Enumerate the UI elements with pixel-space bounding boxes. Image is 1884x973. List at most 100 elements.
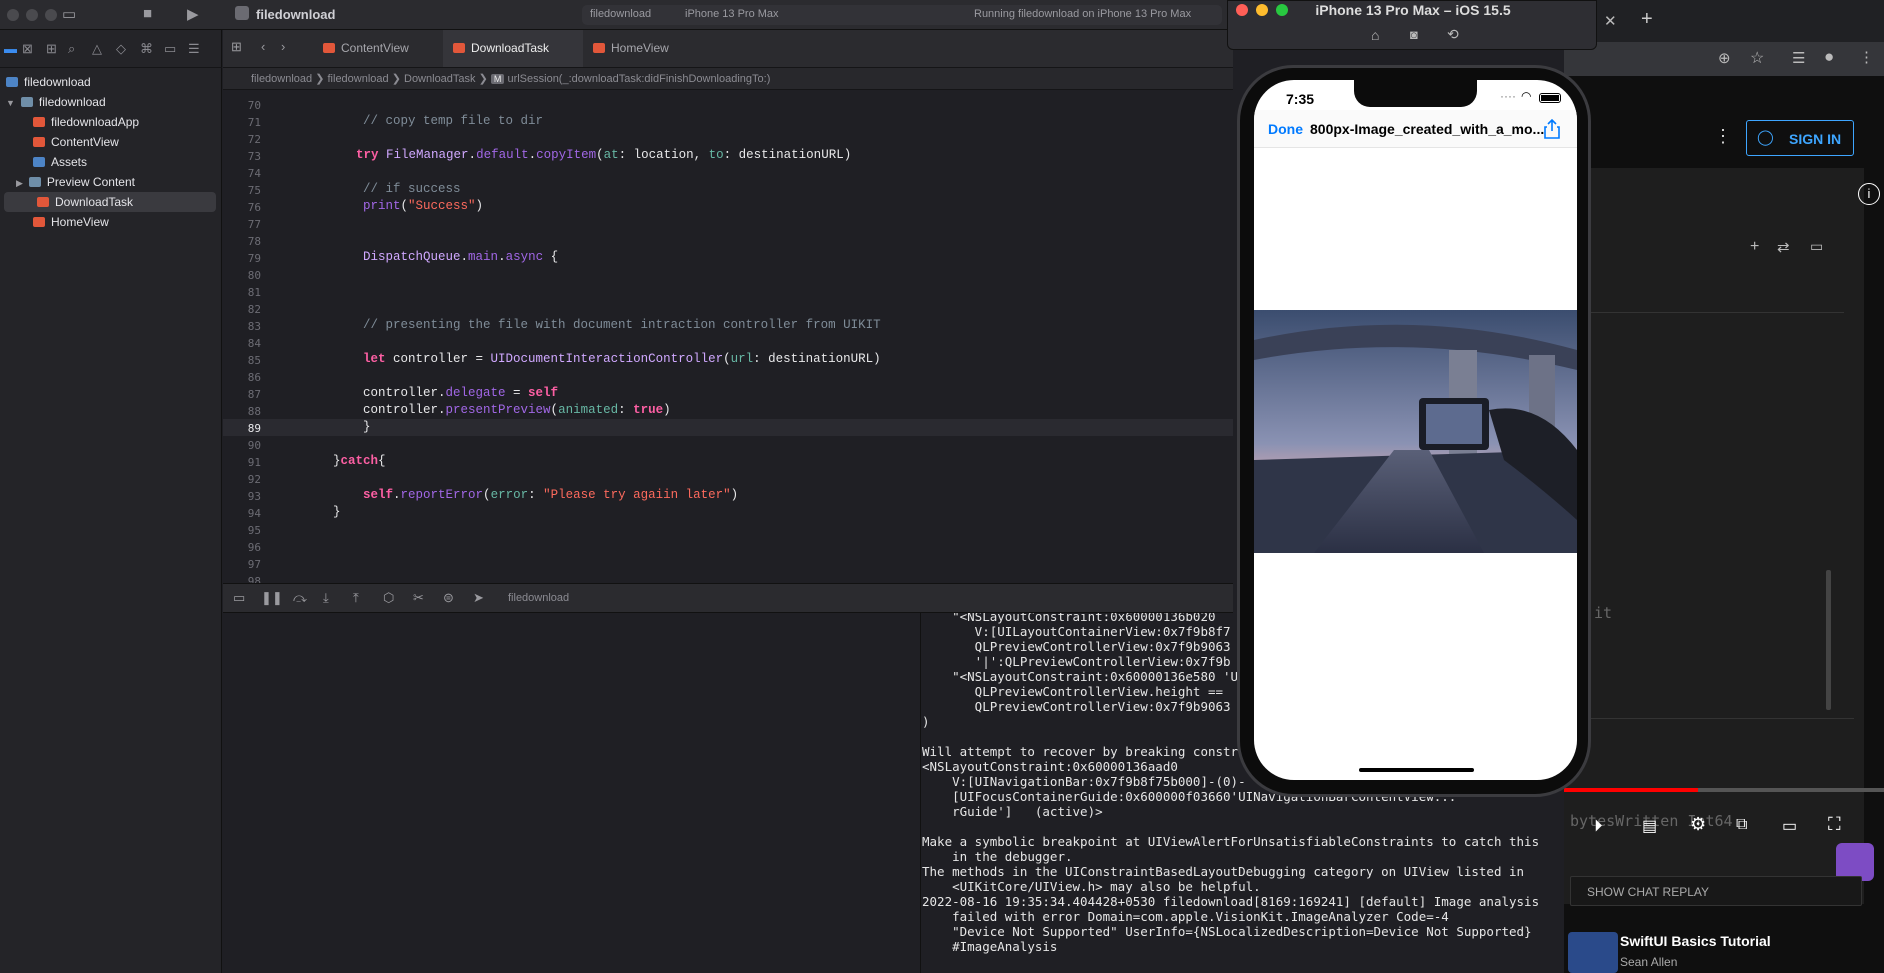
settings-gear-icon[interactable]: ⚙ (1690, 814, 1706, 835)
preview-title: 800px-Image_created_with_a_mo... (1310, 121, 1545, 137)
theater-mode-icon[interactable]: ▭ (1782, 816, 1797, 836)
breadcrumb-item[interactable]: filedownload (251, 73, 312, 85)
install-icon[interactable]: ⊕ (1718, 49, 1731, 67)
sidebar-toggle-icon[interactable]: ▭ (62, 5, 76, 23)
home-icon[interactable]: ⌂ (1371, 27, 1379, 43)
related-video-channel[interactable]: Sean Allen (1620, 955, 1677, 969)
source-control-icon[interactable]: ⊠ (22, 41, 33, 57)
related-video-thumbnail[interactable] (1568, 932, 1618, 973)
step-over-icon[interactable]: ⤼ (293, 590, 307, 606)
show-chat-replay-button[interactable]: SHOW CHAT REPLAY (1570, 876, 1862, 906)
add-icon[interactable]: + (1750, 238, 1759, 256)
preview-nav-bar: Done 800px-Image_created_with_a_mo... (1254, 110, 1577, 148)
chevron-right-icon[interactable]: ▶ (16, 178, 23, 188)
console-line: V:[UINavigationBar:0x7f9b8f75b000]-(0)- (922, 774, 1246, 789)
run-button[interactable]: ▶ (187, 5, 199, 23)
tree-item-project[interactable]: filedownload (0, 72, 222, 92)
share-icon[interactable] (1544, 119, 1560, 139)
zoom-window-button[interactable] (45, 9, 57, 21)
close-window-button[interactable] (7, 9, 19, 21)
close-tab-icon[interactable]: ✕ (1604, 12, 1617, 30)
preview-image (1254, 310, 1577, 553)
tab-contentview[interactable]: ContentView (313, 30, 443, 67)
pause-icon[interactable]: ❚❚ (261, 590, 283, 606)
swap-icon[interactable]: ⇄ (1777, 238, 1790, 256)
video-player[interactable]: + ⇄ ▭ it bytesWritten Int64 ⏵ ▤ ⚙ ⧉ ▭ ⛶ (1564, 168, 1884, 904)
scheme-selector[interactable]: filedownload (590, 8, 651, 20)
symbol-icon[interactable]: ⊞ (46, 41, 57, 57)
code-line: // presenting the file with document int… (363, 318, 881, 332)
screenshot-icon[interactable]: ◙ (1410, 27, 1418, 42)
home-indicator[interactable] (1359, 768, 1474, 772)
tree-item-file[interactable]: HomeView (0, 212, 222, 232)
rotate-icon[interactable]: ⟲ (1447, 26, 1459, 43)
panel-icon[interactable]: ▭ (1810, 238, 1823, 255)
fullscreen-icon[interactable]: ⛶ (1828, 814, 1841, 835)
memory-graph-icon[interactable]: ✂ (413, 590, 424, 606)
console-line: V:[UILayoutContainerView:0x7f9b8f7 (922, 624, 1231, 639)
minimize-window-button[interactable] (26, 9, 38, 21)
step-out-icon[interactable]: ⤒ (353, 590, 359, 606)
new-tab-icon[interactable]: + (1641, 8, 1653, 31)
profile-icon[interactable]: ● (1824, 47, 1834, 67)
tree-item-file-selected[interactable]: DownloadTask (4, 192, 216, 212)
reading-list-icon[interactable]: ☰ (1792, 49, 1805, 67)
project-navigator: ▬ ⊠ ⊞ ⌕ △ ◇ ⌘ ▭ ☰ filedownload ▼ filedown… (0, 30, 222, 973)
stop-button[interactable]: ■ (143, 5, 152, 22)
signal-icon: ···· (1500, 89, 1516, 103)
tree-item-folder[interactable]: ▶ Preview Content (0, 172, 222, 192)
environment-icon[interactable]: ⊜ (443, 590, 454, 606)
more-menu-icon[interactable]: ⋮ (1859, 48, 1874, 66)
done-button[interactable]: Done (1268, 121, 1303, 137)
tree-item-group[interactable]: ▼ filedownload (0, 92, 222, 112)
line-number: 88 (247, 405, 261, 418)
more-options-icon[interactable]: ⋮ (1714, 126, 1732, 147)
tab-downloadtask[interactable]: DownloadTask (443, 30, 583, 67)
editor-scrollbar[interactable] (1826, 570, 1831, 710)
variables-view[interactable] (223, 613, 921, 973)
breadcrumb-item[interactable]: urlSession(_:downloadTask:didFinishDownl… (507, 73, 770, 85)
play-icon[interactable]: ⏵ (1594, 816, 1603, 836)
video-progress-bar[interactable] (1564, 788, 1884, 792)
console-line: 2022-08-16 19:35:34.404428+0530 filedown… (922, 894, 1540, 909)
captions-icon[interactable]: ▤ (1642, 816, 1657, 836)
console-line: in the debugger. (922, 849, 1073, 864)
iphone-device-frame: 7:35 ···· ◠ Done 800px-Image_created_wit… (1237, 65, 1591, 797)
warning-icon[interactable]: △ (92, 41, 102, 57)
related-video-title[interactable]: SwiftUI Basics Tutorial (1620, 933, 1771, 949)
debug-icon[interactable]: ⌘ (140, 41, 153, 57)
chevron-down-icon[interactable]: ▼ (6, 98, 15, 108)
miniplayer-icon[interactable]: ⧉ (1736, 816, 1747, 834)
folder-icon (20, 97, 33, 107)
step-into-icon[interactable]: ⤓ (323, 590, 329, 606)
tree-item-file[interactable]: ContentView (0, 132, 222, 152)
sign-in-button[interactable]: ◯ SIGN IN (1746, 120, 1854, 156)
iphone-screen[interactable]: 7:35 ···· ◠ Done 800px-Image_created_wit… (1254, 80, 1577, 780)
breadcrumb-item[interactable]: DownloadTask (404, 73, 476, 85)
forward-icon[interactable]: › (281, 39, 285, 54)
test-icon[interactable]: ◇ (116, 41, 126, 57)
code-editor[interactable]: 70 71 72 73 74 75 76 77 78 79 80 81 82 8… (223, 90, 1233, 583)
breadcrumb-item[interactable]: filedownload (328, 73, 389, 85)
location-icon[interactable]: ➤ (473, 590, 484, 606)
hide-debug-area-icon[interactable]: ▭ (233, 590, 245, 606)
search-icon[interactable]: ⌕ (68, 41, 75, 57)
tree-item-file[interactable]: filedownloadApp (0, 112, 222, 132)
view-hierarchy-icon[interactable]: ⬡ (383, 590, 394, 606)
code-line: print("Success") (363, 199, 484, 213)
back-icon[interactable]: ‹ (261, 39, 265, 54)
info-icon[interactable]: i (1858, 183, 1880, 205)
line-number: 80 (247, 269, 261, 282)
bookmark-star-icon[interactable]: ☆ (1750, 48, 1764, 68)
grid-icon[interactable]: ⊞ (231, 39, 242, 55)
wifi-icon: ◠ (1521, 89, 1532, 103)
line-number: 75 (247, 184, 261, 197)
destination-selector[interactable]: iPhone 13 Pro Max (685, 8, 779, 20)
tree-item-assets[interactable]: Assets (0, 152, 222, 172)
breakpoint-icon[interactable]: ▭ (164, 41, 176, 57)
folder-icon[interactable]: ▬ (4, 41, 17, 56)
report-icon[interactable]: ☰ (188, 41, 200, 57)
browser-address-bar[interactable]: ⊕ ☆ ☰ ● ⋮ (1564, 42, 1884, 76)
tab-homeview[interactable]: HomeView (583, 30, 713, 67)
run-status: Running filedownload on iPhone 13 Pro Ma… (974, 8, 1192, 20)
